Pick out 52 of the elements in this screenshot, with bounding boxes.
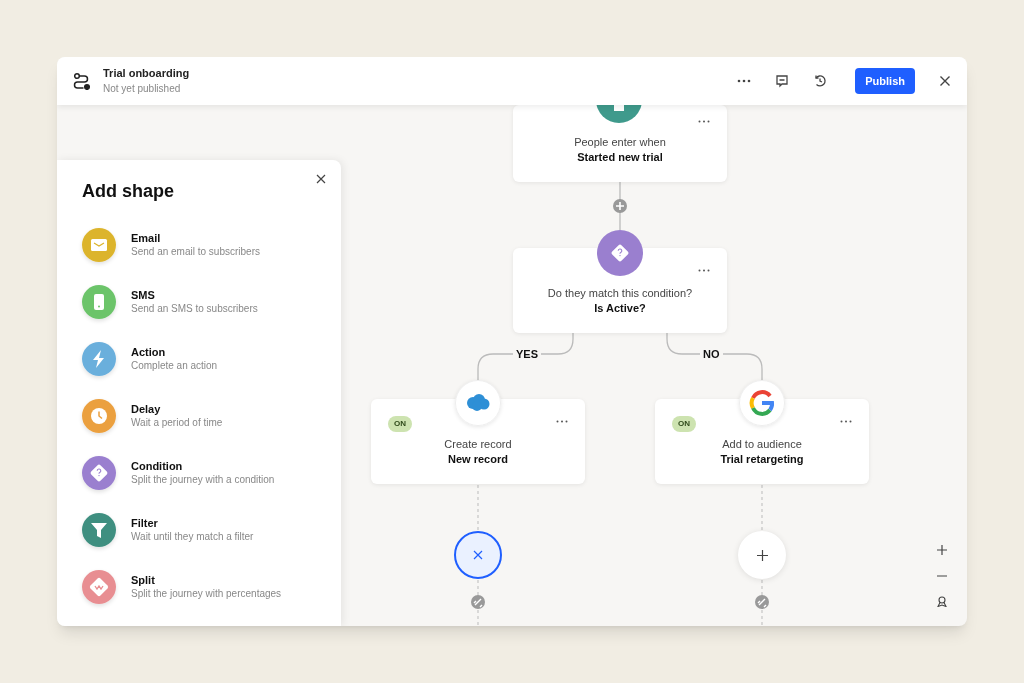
- shape-name[interactable]: Action: [131, 344, 218, 359]
- close-step-button[interactable]: [454, 531, 502, 579]
- link-icon[interactable]: [755, 595, 769, 609]
- location-pin-icon[interactable]: [937, 596, 947, 607]
- step-card[interactable]: ON Add to audience Trial retargeting: [655, 399, 869, 484]
- history-icon[interactable]: [813, 74, 828, 88]
- step-card[interactable]: People enter when Started new trial: [513, 105, 727, 182]
- journey-title: Trial onboarding: [103, 66, 190, 81]
- comment-icon[interactable]: [775, 74, 790, 88]
- step-card[interactable]: Do they match this condition? Is Active?: [513, 248, 727, 333]
- close-icon[interactable]: [939, 75, 951, 87]
- publish-status: Not yet published: [103, 82, 182, 96]
- shape-name[interactable]: Delay: [131, 401, 223, 416]
- panel-title: Add shape: [82, 180, 175, 202]
- step-value: Started new trial: [577, 150, 663, 165]
- step-label: Create record: [444, 437, 512, 451]
- link-icon[interactable]: [471, 595, 485, 609]
- more-icon[interactable]: [698, 120, 710, 123]
- close-icon: [473, 550, 483, 560]
- status-badge: ON: [672, 416, 696, 432]
- step-value: New record: [448, 452, 508, 467]
- step-label: Do they match this condition?: [547, 286, 693, 300]
- shape-description: Send an email to subscribers: [131, 244, 260, 259]
- shape-description: Complete an action: [131, 358, 218, 373]
- plus-icon: [756, 549, 768, 561]
- more-icon[interactable]: [556, 420, 568, 423]
- shape-description: Wait a period of time: [131, 415, 223, 430]
- shape-name[interactable]: SMS: [131, 287, 258, 302]
- branch-label: NO: [700, 347, 723, 361]
- shape-description: Split the journey with a condition: [131, 472, 275, 487]
- shape-name[interactable]: Email: [131, 230, 260, 245]
- step-value: Trial retargeting: [720, 452, 804, 467]
- shape-description: Split the journey with percentages: [131, 586, 282, 601]
- flow-icon: [73, 72, 91, 90]
- shape-name[interactable]: Condition: [131, 458, 275, 473]
- more-icon[interactable]: [737, 79, 752, 83]
- publish-button[interactable]: Publish: [855, 68, 915, 94]
- close-icon[interactable]: [316, 174, 326, 184]
- branch-label: YES: [513, 347, 541, 361]
- more-icon[interactable]: [840, 420, 852, 423]
- shape-name[interactable]: Split: [131, 572, 282, 587]
- step-value: Is Active?: [594, 301, 646, 316]
- step-card[interactable]: ON Create record New record: [371, 399, 585, 484]
- status-badge: ON: [388, 416, 412, 432]
- zoom-in-icon[interactable]: [937, 545, 947, 555]
- shape-description: Wait until they match a filter: [131, 529, 254, 544]
- add-step-icon[interactable]: [613, 199, 627, 213]
- shape-description: Send an SMS to subscribers: [131, 301, 258, 316]
- step-label: People enter when: [574, 135, 666, 149]
- shape-name[interactable]: Filter: [131, 515, 254, 530]
- more-icon[interactable]: [698, 269, 710, 272]
- step-label: Add to audience: [722, 437, 802, 451]
